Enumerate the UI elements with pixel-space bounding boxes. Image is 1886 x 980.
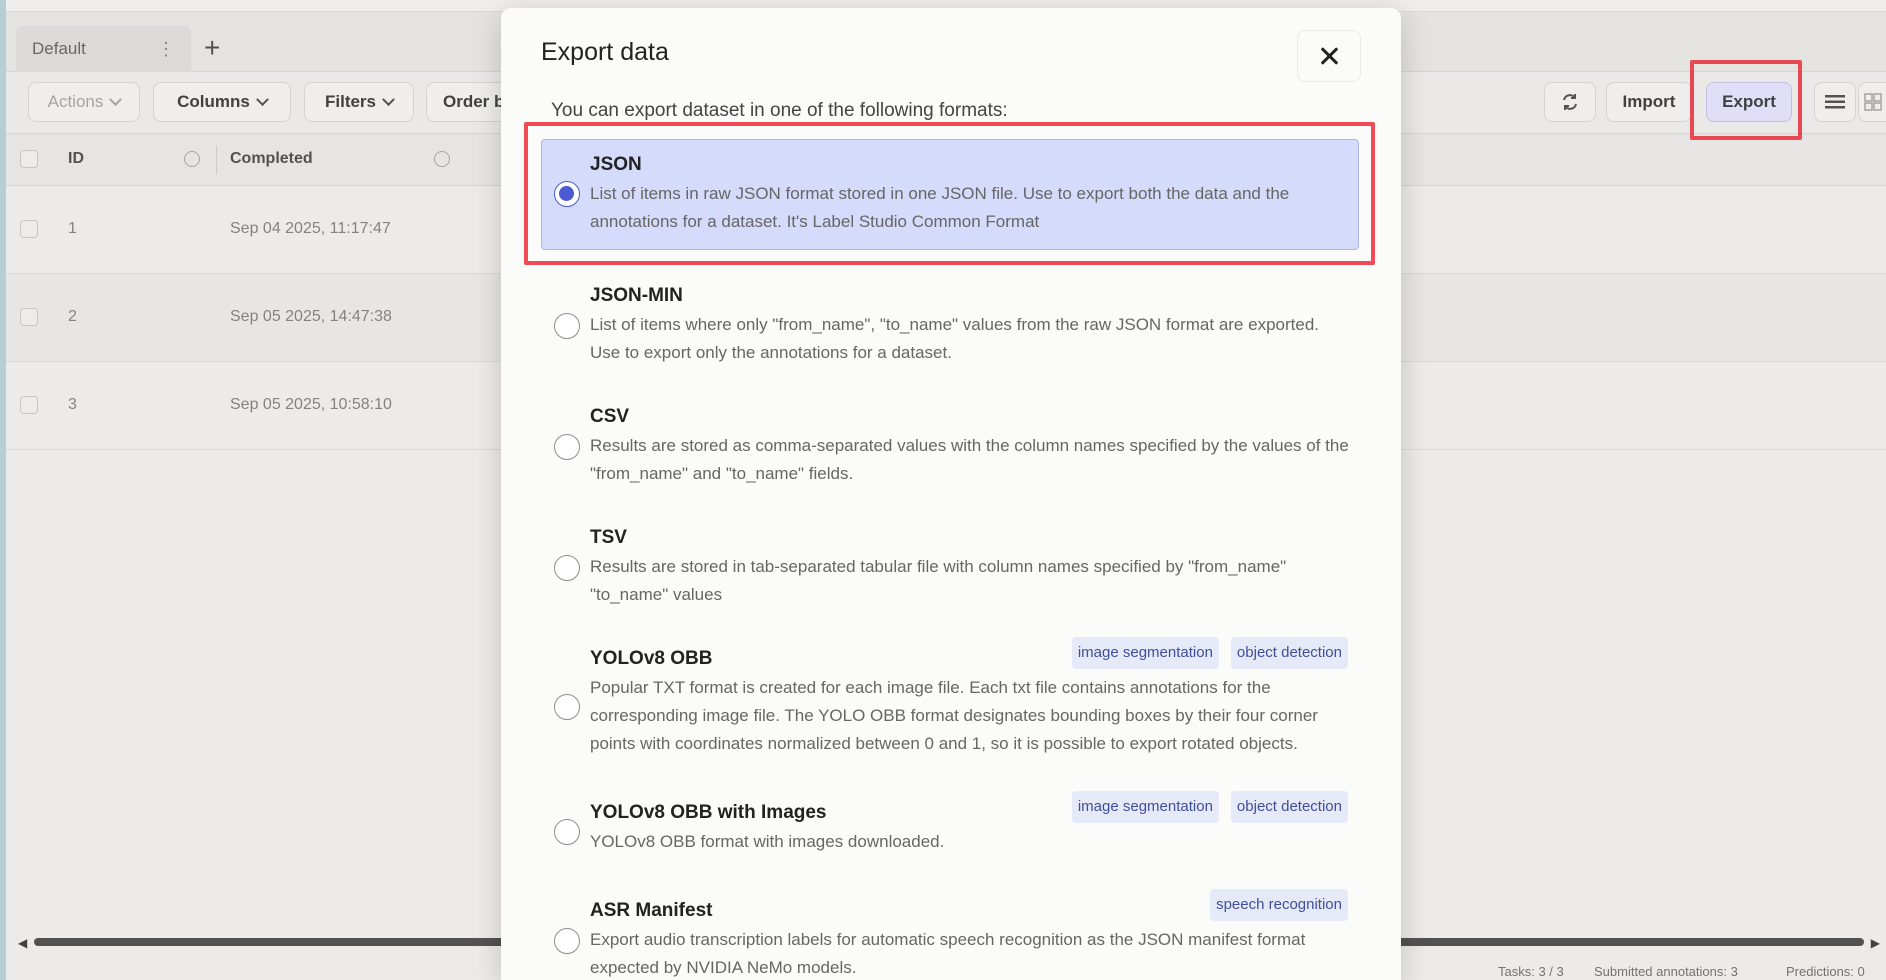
tag-badge: object detection [1230, 791, 1348, 823]
format-title: YOLOv8 OBB [590, 648, 713, 669]
tag-badge: image segmentation [1071, 637, 1219, 669]
format-description: Popular TXT format is created for each i… [590, 678, 1318, 753]
format-radio[interactable] [554, 819, 580, 845]
format-tags: image segmentation object detection [1071, 637, 1348, 669]
format-option-asr-manifest[interactable]: ASR Manifest speech recognition Export a… [541, 885, 1359, 980]
format-option-yolov8-obb-images[interactable]: YOLOv8 OBB with Images image segmentatio… [541, 787, 1359, 861]
format-description: Export audio transcription labels for au… [590, 930, 1306, 977]
tag-badge: image segmentation [1071, 791, 1219, 823]
format-option-json-min[interactable]: JSON-MIN List of items where only "from_… [541, 270, 1359, 370]
tag-badge: object detection [1230, 637, 1348, 669]
json-highlight-box [524, 122, 1375, 265]
close-icon [1320, 47, 1338, 65]
format-tags: image segmentation object detection [1071, 791, 1348, 823]
format-description: YOLOv8 OBB format with images downloaded… [590, 832, 945, 851]
format-option-yolov8-obb[interactable]: YOLOv8 OBB image segmentation object det… [541, 633, 1359, 763]
format-title: ASR Manifest [590, 900, 713, 921]
format-title: YOLOv8 OBB with Images [590, 802, 827, 823]
format-radio[interactable] [554, 434, 580, 460]
format-tags: speech recognition [1210, 889, 1348, 921]
format-description: Results are stored as comma-separated va… [590, 436, 1349, 483]
format-title: CSV [590, 406, 630, 427]
tag-badge: speech recognition [1210, 889, 1348, 921]
modal-intro: You can export dataset in one of the fol… [551, 100, 1008, 121]
modal-title: Export data [541, 38, 669, 66]
close-button[interactable] [1297, 30, 1361, 82]
format-radio[interactable] [554, 313, 580, 339]
format-description: List of items where only "from_name", "t… [590, 315, 1319, 362]
format-radio[interactable] [554, 555, 580, 581]
format-radio[interactable] [554, 928, 580, 954]
format-title: JSON-MIN [590, 285, 683, 306]
format-radio[interactable] [554, 694, 580, 720]
format-option-tsv[interactable]: TSV Results are stored in tab-separated … [541, 512, 1359, 612]
format-option-csv[interactable]: CSV Results are stored as comma-separate… [541, 391, 1359, 491]
format-title: TSV [590, 527, 627, 548]
format-description: Results are stored in tab-separated tabu… [590, 557, 1287, 604]
